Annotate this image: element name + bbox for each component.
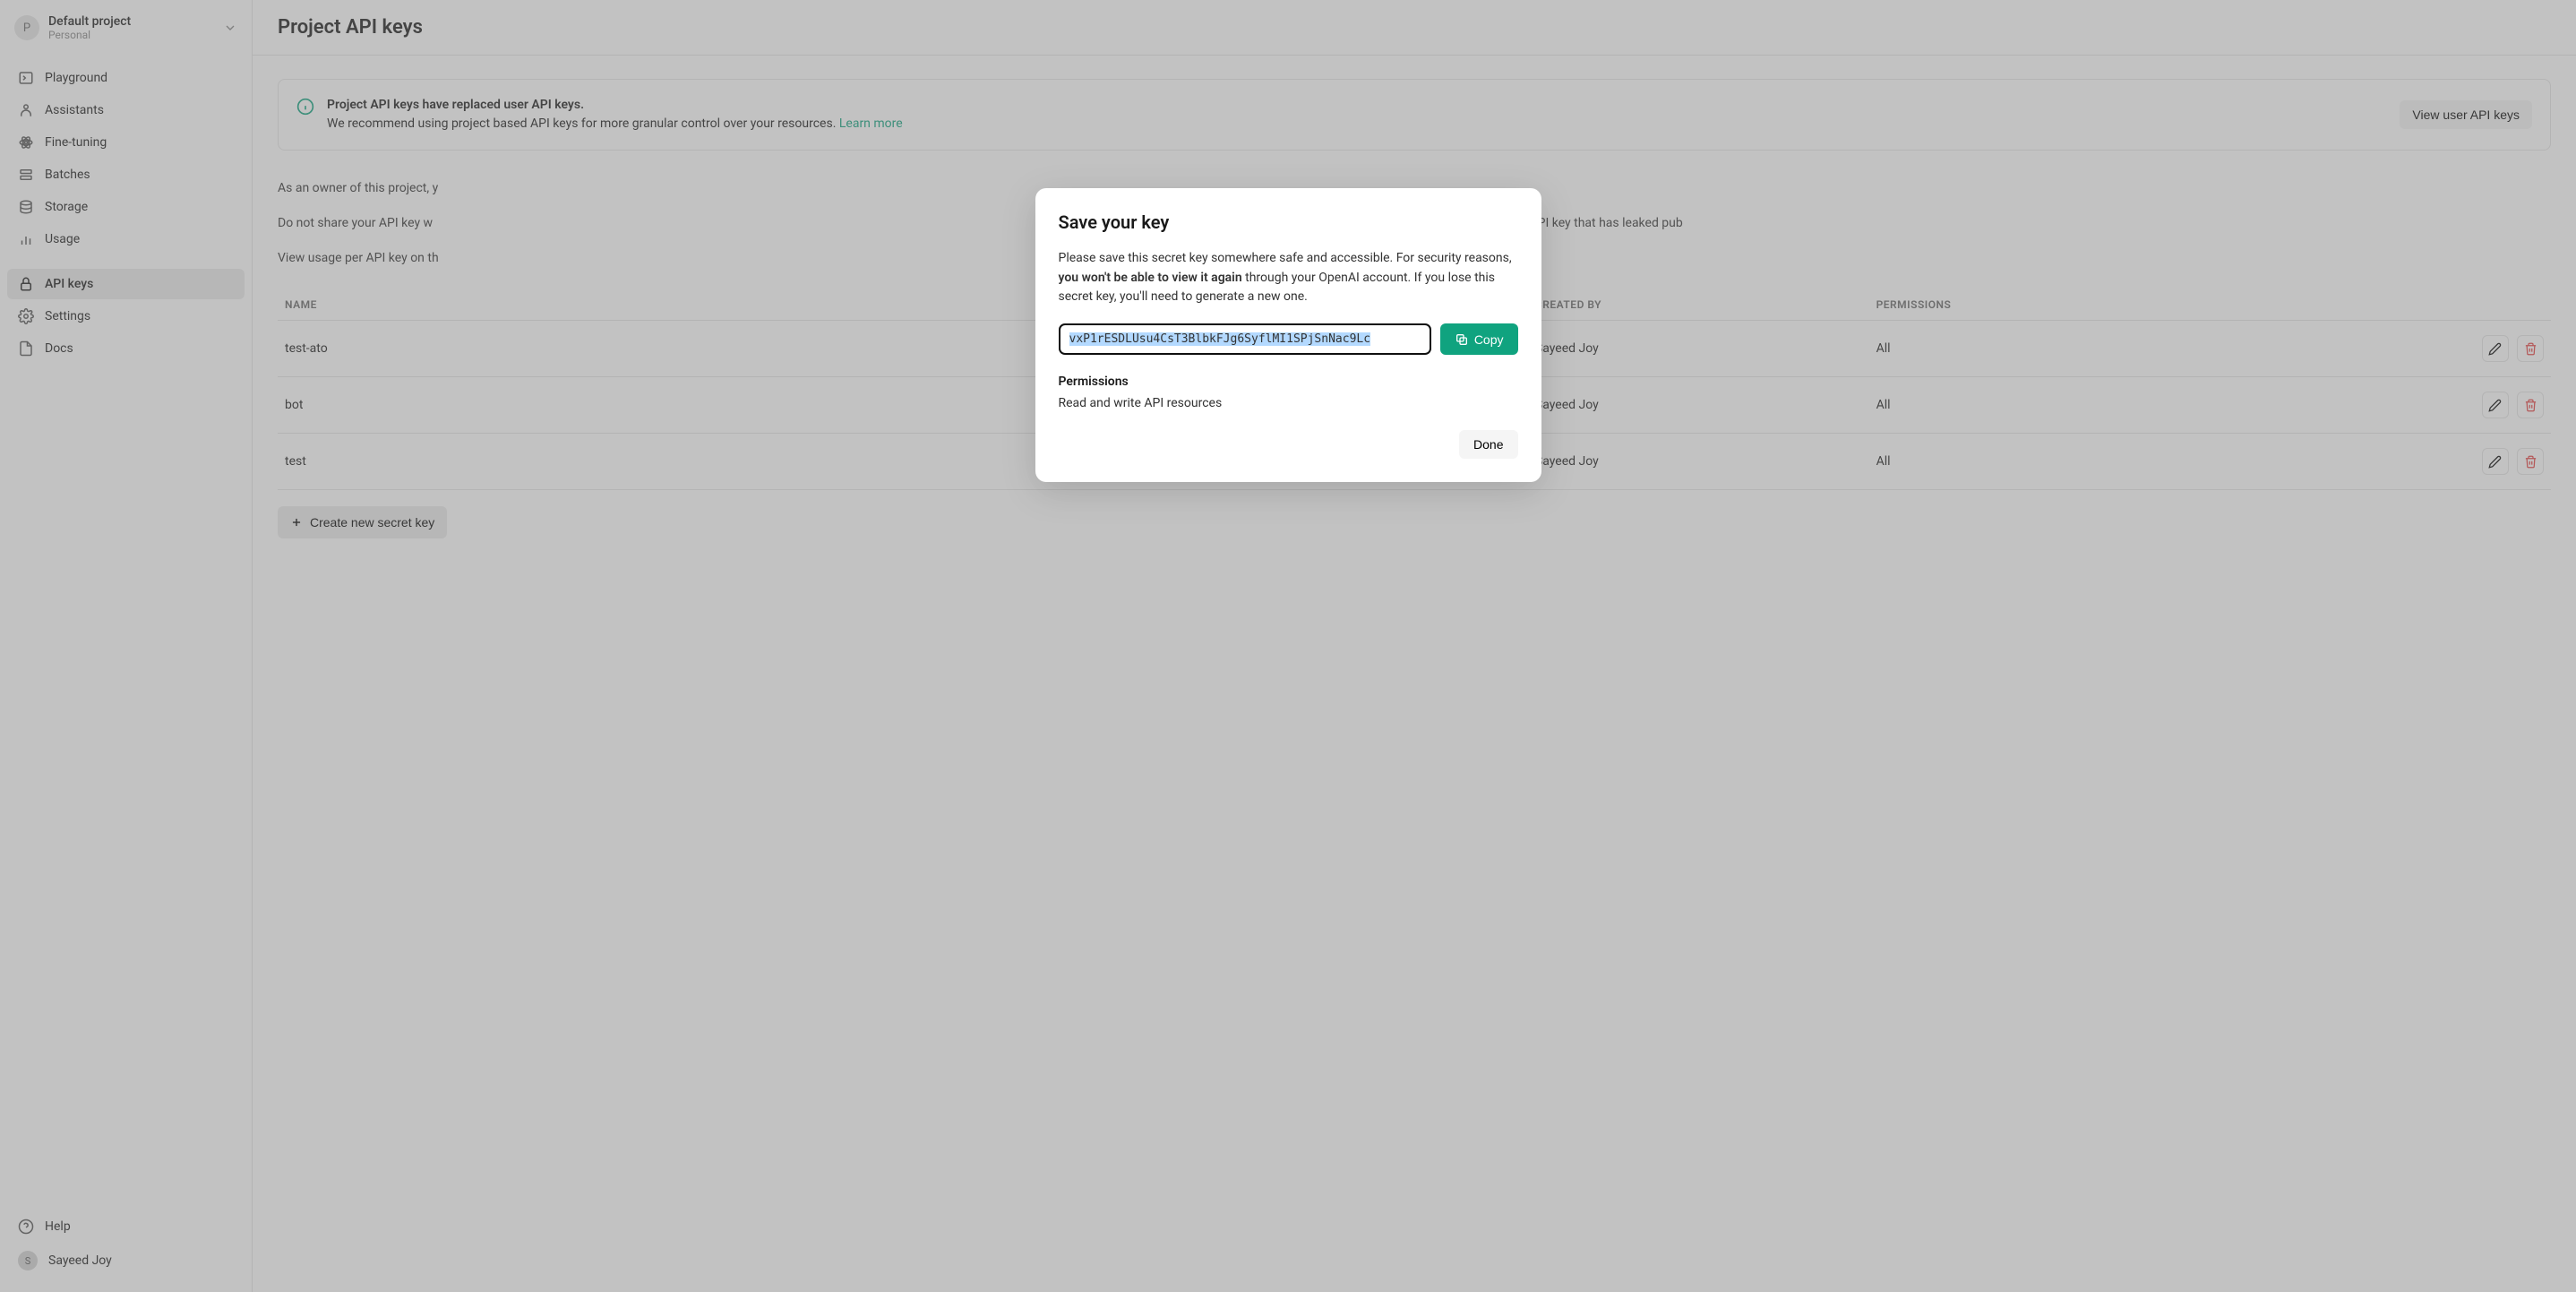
- permissions-heading: Permissions: [1059, 375, 1518, 389]
- copy-label: Copy: [1474, 332, 1504, 347]
- copy-button[interactable]: Copy: [1440, 323, 1518, 355]
- permissions-value: Read and write API resources: [1059, 396, 1518, 410]
- modal-title: Save your key: [1059, 211, 1518, 233]
- modal-description: Please save this secret key somewhere sa…: [1059, 249, 1518, 307]
- modal-overlay[interactable]: Save your key Please save this secret ke…: [0, 0, 2576, 1292]
- secret-key-input[interactable]: [1059, 323, 1431, 355]
- done-button[interactable]: Done: [1459, 430, 1517, 459]
- save-key-modal: Save your key Please save this secret ke…: [1035, 188, 1541, 482]
- copy-icon: [1455, 332, 1469, 347]
